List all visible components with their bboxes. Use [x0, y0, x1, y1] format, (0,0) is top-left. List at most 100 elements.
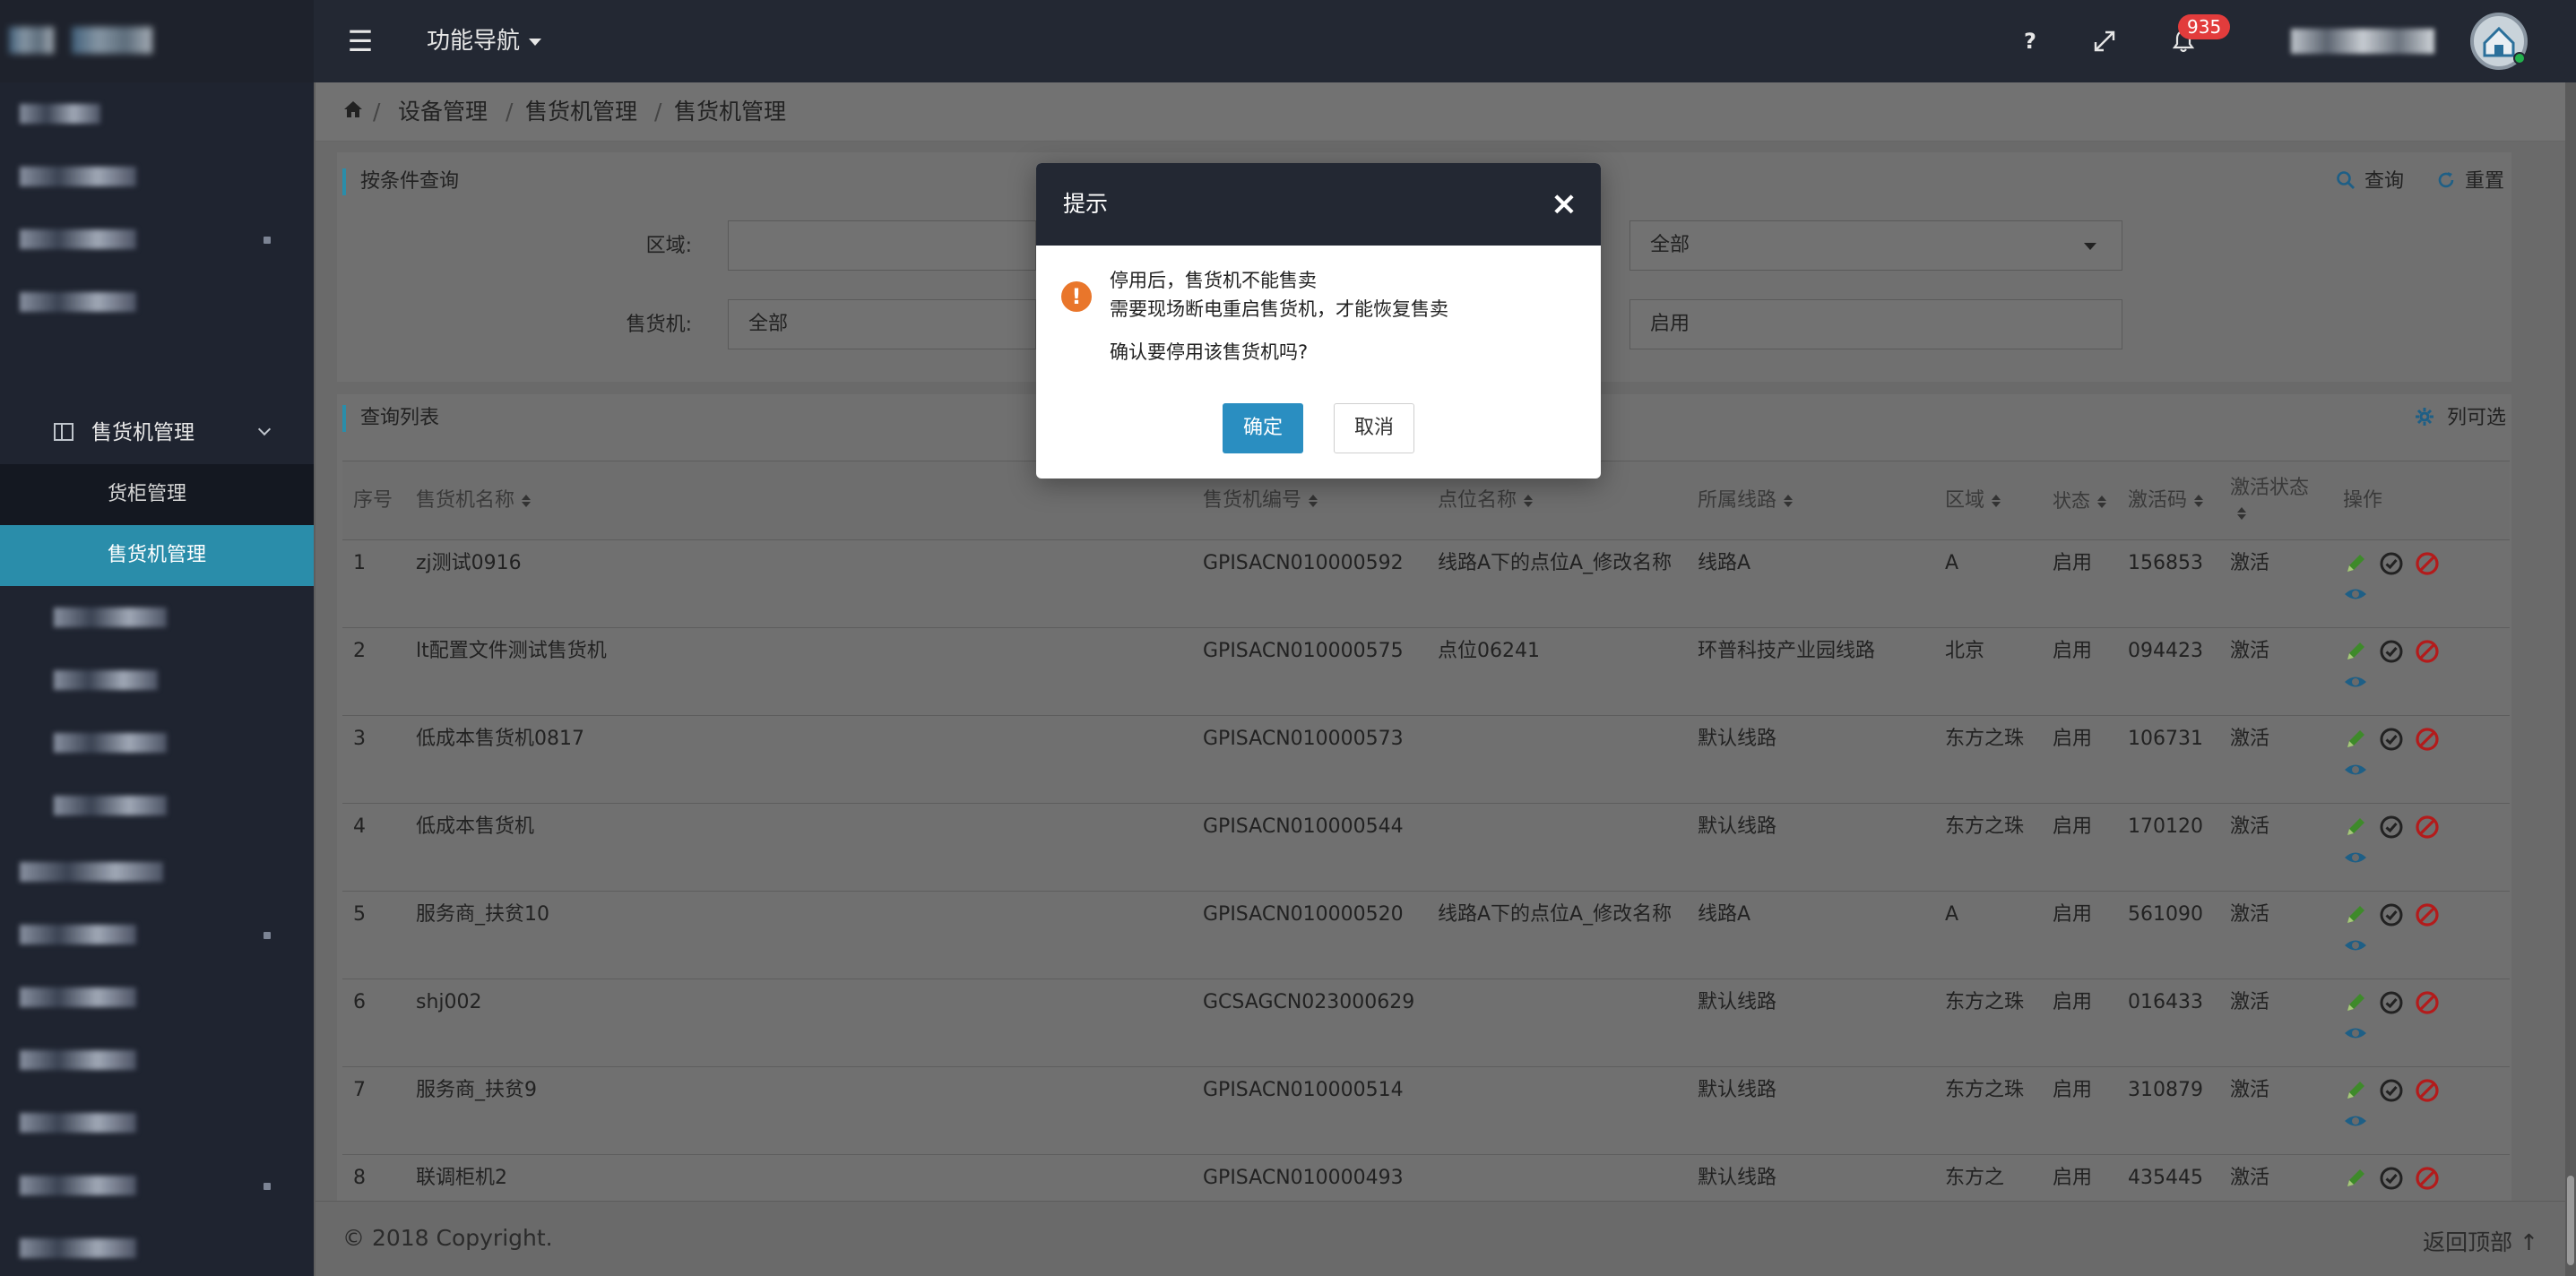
edit-icon[interactable] [2343, 551, 2368, 576]
close-icon[interactable]: × [1551, 186, 1578, 222]
sort-icon [1784, 495, 1793, 507]
check-circle-icon[interactable] [2379, 1166, 2404, 1191]
cell-code: GPISACN010000520 [1192, 891, 1427, 979]
disable-icon[interactable] [2415, 990, 2440, 1015]
view-icon[interactable] [2343, 933, 2368, 958]
user-name[interactable] [2291, 29, 2434, 54]
col-line[interactable]: 所属线路 [1687, 461, 1934, 540]
disable-icon[interactable] [2415, 815, 2440, 840]
cell-code: GPISACN010000575 [1192, 627, 1427, 716]
check-circle-icon[interactable] [2379, 815, 2404, 840]
cell-point: 线路A下的点位A_修改名称 [1427, 891, 1687, 979]
edit-icon[interactable] [2343, 1166, 2368, 1191]
menu-toggle-icon[interactable]: ☰ [344, 25, 376, 57]
view-icon[interactable] [2343, 582, 2368, 607]
edit-icon[interactable] [2343, 639, 2368, 664]
sidebar-item-11[interactable] [0, 966, 314, 1029]
edit-icon[interactable] [2343, 902, 2368, 927]
sidebar-item-12[interactable] [0, 1029, 314, 1091]
sidebar-item-9[interactable] [0, 841, 314, 903]
check-circle-icon[interactable] [2379, 551, 2404, 576]
gear-icon [2416, 408, 2433, 426]
disable-icon[interactable] [2415, 639, 2440, 664]
check-circle-icon[interactable] [2379, 1078, 2404, 1103]
disable-icon[interactable] [2415, 727, 2440, 752]
cell-status: 启用 [2042, 979, 2117, 1067]
confirm-button[interactable]: 确定 [1223, 403, 1303, 453]
check-circle-icon[interactable] [2379, 727, 2404, 752]
edit-icon[interactable] [2343, 990, 2368, 1015]
col-status[interactable]: 状态 [2042, 461, 2117, 540]
sidebar-item-6[interactable] [0, 649, 314, 711]
view-icon[interactable] [2343, 1021, 2368, 1046]
sidebar-item-label: 货柜管理 [108, 483, 187, 505]
sidebar-item-15[interactable] [0, 1217, 314, 1276]
check-circle-icon[interactable] [2379, 902, 2404, 927]
scrollbar-thumb[interactable] [2567, 1176, 2574, 1265]
page-scrollbar[interactable] [2565, 82, 2576, 1276]
sidebar-item-3[interactable] [0, 208, 314, 271]
cell-line: 默认线路 [1687, 715, 1934, 804]
sidebar-item-7[interactable] [0, 711, 314, 774]
breadcrumb-item-device[interactable]: 设备管理 [398, 99, 488, 125]
cell-act-code: 561090 [2117, 891, 2219, 979]
app-logo[interactable] [0, 0, 314, 82]
view-icon[interactable] [2343, 1108, 2368, 1134]
col-activation-code[interactable]: 激活码 [2117, 461, 2219, 540]
sidebar: 售货机管理 货柜管理 售货机管理 [0, 82, 314, 1276]
breadcrumb-item-vending[interactable]: 售货机管理 [525, 99, 637, 125]
area-select[interactable] [728, 220, 1036, 271]
edit-icon[interactable] [2343, 1078, 2368, 1103]
sidebar-item-vending-machine[interactable]: 售货机管理 [0, 525, 314, 586]
view-icon[interactable] [2343, 845, 2368, 870]
disable-icon[interactable] [2415, 551, 2440, 576]
edit-icon[interactable] [2343, 815, 2368, 840]
breadcrumb-separator: / [506, 99, 514, 125]
home-icon[interactable] [342, 99, 364, 120]
sidebar-item-14[interactable] [0, 1154, 314, 1217]
cell-status: 启用 [2042, 1066, 2117, 1155]
cell-area: 东方之珠 [1934, 979, 2042, 1067]
col-point-label: 点位名称 [1438, 488, 1517, 512]
cell-act-status: 激活 [2219, 891, 2332, 979]
sidebar-item-8[interactable] [0, 774, 314, 837]
fullscreen-icon[interactable] [2088, 25, 2121, 57]
cancel-button[interactable]: 取消 [1334, 403, 1414, 453]
reset-button[interactable]: 重置 [2436, 168, 2504, 195]
cell-code: GPISACN010000514 [1192, 1066, 1427, 1155]
sort-icon [1524, 495, 1533, 507]
sidebar-item-1[interactable] [0, 82, 314, 145]
edit-icon[interactable] [2343, 727, 2368, 752]
sidebar-item-13[interactable] [0, 1091, 314, 1154]
table-row: 4 低成本售货机 GPISACN010000544 默认线路 东方之珠 启用 170120 激… [342, 803, 2510, 892]
sidebar-item-cabinet[interactable]: 货柜管理 [0, 464, 314, 525]
function-nav-label: 功能导航 [427, 28, 521, 55]
view-icon[interactable] [2343, 757, 2368, 782]
col-area[interactable]: 区域 [1934, 461, 2042, 540]
sidebar-item-4[interactable] [0, 271, 314, 333]
sidebar-group-vending[interactable]: 售货机管理 [0, 401, 314, 464]
status-select[interactable]: 启用 [1629, 299, 2122, 349]
check-circle-icon[interactable] [2379, 990, 2404, 1015]
function-nav-dropdown[interactable]: 功能导航 [427, 25, 542, 57]
cell-ops [2332, 715, 2510, 804]
disable-icon[interactable] [2415, 1166, 2440, 1191]
right-select[interactable]: 全部 [1629, 220, 2122, 271]
query-button[interactable]: 查询 [2336, 168, 2404, 195]
cell-ops [2332, 979, 2510, 1067]
area-label: 区域: [645, 235, 692, 257]
view-icon[interactable] [2343, 669, 2368, 694]
disable-icon[interactable] [2415, 902, 2440, 927]
column-toggle-button[interactable]: 列可选 [2415, 405, 2506, 432]
sidebar-item-5[interactable] [0, 586, 314, 649]
back-to-top-link[interactable]: 返回顶部 ↑ [2423, 1225, 2538, 1257]
avatar[interactable] [2470, 13, 2528, 70]
help-icon[interactable]: ? [2017, 25, 2044, 57]
sidebar-item-10[interactable] [0, 903, 314, 966]
cell-point [1427, 979, 1687, 1067]
check-circle-icon[interactable] [2379, 639, 2404, 664]
machine-select[interactable]: 全部 [728, 299, 1036, 349]
sidebar-item-2[interactable] [0, 145, 314, 208]
col-activation-status[interactable]: 激活状态 [2219, 461, 2332, 540]
disable-icon[interactable] [2415, 1078, 2440, 1103]
